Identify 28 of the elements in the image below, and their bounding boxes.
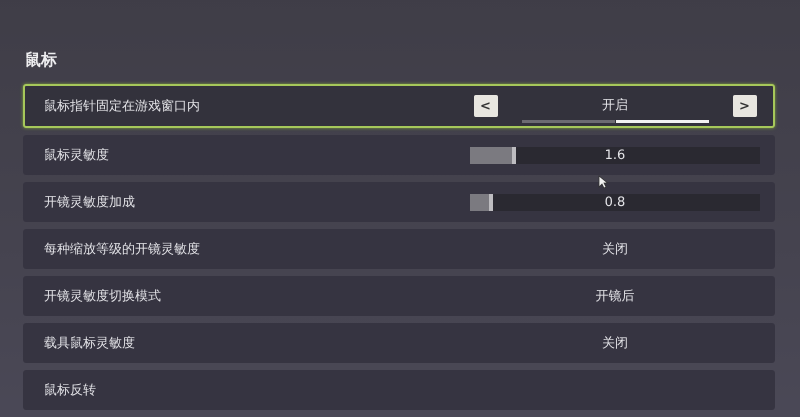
setting-value: 0.8 bbox=[604, 194, 626, 210]
slider-fill[interactable] bbox=[470, 146, 516, 164]
setting-value: 关闭 bbox=[602, 241, 628, 258]
setting-row[interactable]: 鼠标指针固定在游戏窗口内 < 开启 > bbox=[23, 84, 775, 128]
setting-row[interactable]: 开镜灵敏度加成 0.8 bbox=[23, 182, 775, 222]
setting-label: 开镜灵敏度加成 bbox=[44, 194, 136, 211]
setting-label: 鼠标灵敏度 bbox=[44, 147, 110, 164]
setting-row[interactable]: 鼠标反转 bbox=[23, 370, 775, 410]
setting-label: 每种缩放等级的开镜灵敏度 bbox=[44, 241, 201, 258]
setting-value: 1.6 bbox=[604, 148, 626, 162]
setting-value: 关闭 bbox=[602, 335, 628, 352]
setting-label: 载具鼠标灵敏度 bbox=[44, 335, 136, 352]
slider-track[interactable]: 1.6 bbox=[470, 146, 760, 164]
setting-label: 鼠标指针固定在游戏窗口内 bbox=[44, 98, 201, 115]
slider-fill[interactable] bbox=[470, 194, 494, 210]
previous-button[interactable]: < bbox=[474, 95, 498, 117]
slider-track[interactable]: 0.8 bbox=[470, 194, 760, 210]
next-button[interactable]: > bbox=[732, 95, 756, 117]
setting-label: 开镜灵敏度切换模式 bbox=[44, 288, 162, 305]
setting-label: 鼠标反转 bbox=[44, 382, 97, 399]
section-title: 鼠标 bbox=[24, 49, 58, 71]
setting-row[interactable]: 开镜灵敏度切换模式 开镜后 bbox=[23, 276, 775, 316]
setting-row[interactable]: 鼠标灵敏度 1.6 bbox=[23, 135, 775, 175]
setting-value: 开启 bbox=[602, 96, 628, 114]
setting-row[interactable]: 每种缩放等级的开镜灵敏度 关闭 bbox=[23, 229, 775, 269]
mouse-cursor-icon bbox=[598, 175, 608, 189]
setting-value: 开镜后 bbox=[596, 288, 634, 305]
setting-row[interactable]: 载具鼠标灵敏度 关闭 bbox=[23, 323, 775, 363]
